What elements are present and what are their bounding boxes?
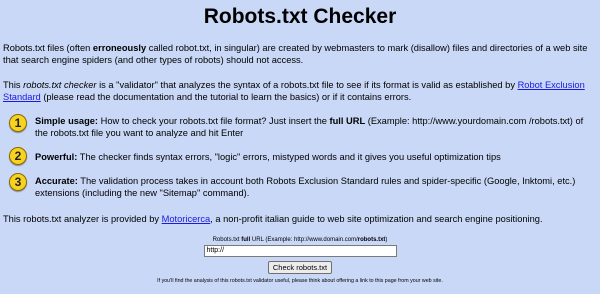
feature-2-heading: Powerful: [35,152,78,162]
feature-2-text-a: The checker finds syntax errors, "logic"… [77,152,501,162]
page-title: Robots.txt Checker [203,5,397,28]
feature-accurate: 3 Accurate: The validation process takes… [9,173,594,203]
number-one-icon: 1 [9,114,27,132]
check-form: Robots.txt full URL (Example: http://www… [0,236,600,275]
feature-3-heading: Accurate: [35,176,78,186]
url-field-label: Robots.txt full URL (Example: http://www… [0,236,600,244]
intro2-text-c: is a "validator" that analyzes the synta… [96,80,518,90]
label-text-a: Robots.txt [212,237,242,243]
intro1-emphasis: erroneously [92,43,147,53]
label-full: full [241,237,251,243]
provided-by-paragraph: This robots.txt analyzer is provided by … [3,213,595,225]
feature-1-text-a: How to check your robots.txt file format… [98,116,330,126]
intro2-text-d: (please read the documentation and the t… [40,92,412,102]
feature-1-bold: full URL [329,116,366,126]
intro2-text-a: This [3,80,24,90]
feature-1-text: Simple usage: How to check your robots.t… [35,115,595,139]
intro-paragraph-2: This robots.txt checker is a "validator"… [3,79,595,103]
feature-3-text: Accurate: The validation process takes i… [35,175,595,199]
footnote: If you'll find the analysis of this robo… [157,278,443,284]
check-robots-button[interactable]: Check robots.txt [267,261,333,274]
label-text-c: URL (Example: http://www.domain.com/ [250,237,358,243]
provided-text-a: This robots.txt analyzer is provided by [3,214,162,224]
intro-paragraph-1: Robots.txt files (often erroneously call… [3,42,595,66]
feature-2-text: Powerful: The checker finds syntax error… [35,151,595,163]
robots-url-input[interactable]: http:// [203,245,397,257]
label-robots: robots.txt [357,237,386,243]
feature-powerful: 2 Powerful: The checker finds syntax err… [9,147,594,169]
label-text-e: ) [385,237,388,243]
feature-simple-usage: 1 Simple usage: How to check your robots… [9,114,594,144]
number-three-icon: 3 [9,173,27,191]
intro1-text-a: Robots.txt files (often [3,43,93,53]
number-two-icon: 2 [9,147,27,165]
provided-text-b: , a non-profit italian guide to web site… [210,214,543,224]
intro2-italic: robots.txt checker [23,80,97,90]
feature-3-text-a: The validation process takes in account … [35,176,576,198]
page: Robots.txt Checker Robots.txt files (oft… [0,0,600,294]
feature-1-heading: Simple usage: [35,116,99,126]
motoricerca-link[interactable]: Motoricerca [162,214,211,224]
